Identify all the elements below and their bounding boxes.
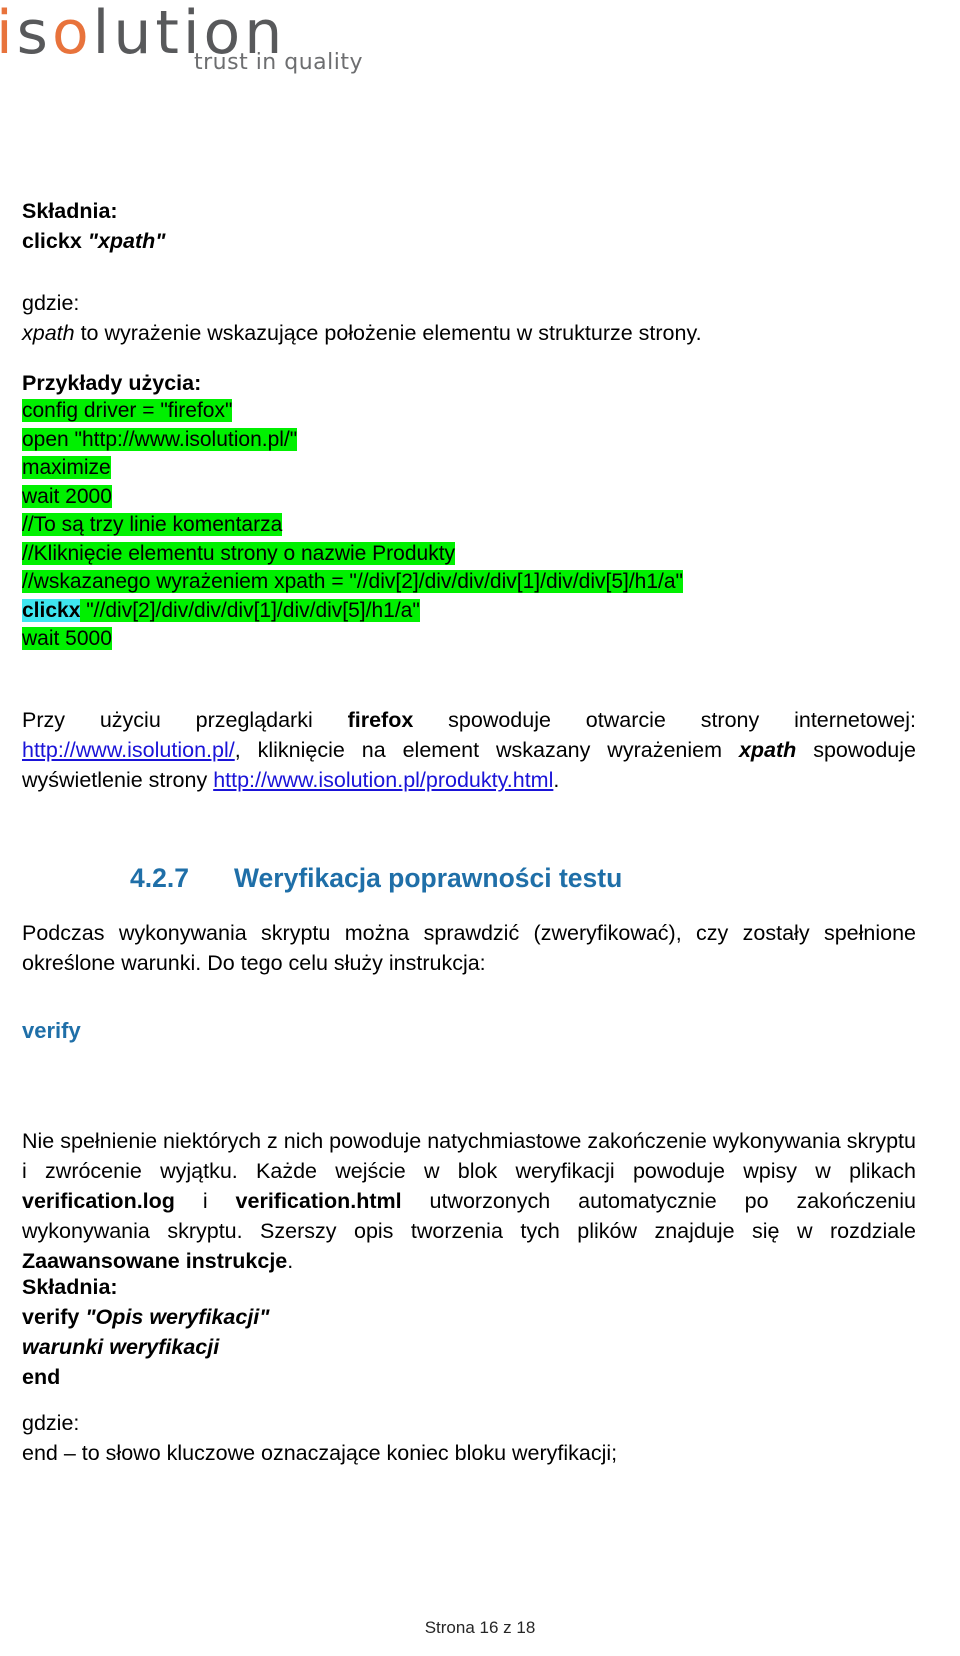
code-line: //To są trzy linie komentarza [22,511,916,540]
logo-tagline: trust in quality [194,50,364,75]
clickx-where-label: gdzie: [22,291,80,315]
code-keyword-clickx: clickx [22,598,81,622]
clickx-where-text: to wyrażenie wskazujące położenie elemen… [74,321,702,345]
explain-part1: Przy użyciu przeglądarki [22,708,348,732]
clickx-explanation-paragraph: Przy użyciu przeglądarki firefox spowodu… [22,705,916,795]
link-isolution-produkty[interactable]: http://www.isolution.pl/produkty.html [213,768,553,792]
code-line-text: //To są trzy linie komentarza [22,513,283,536]
logo-letter-s: s [16,0,52,68]
code-line: maximize [22,454,916,483]
clickx-examples-label-wrap: Przykłady użycia: [22,368,916,398]
code-line-text: open "http://www.isolution.pl/" [22,427,298,451]
clickx-where-desc: xpath to wyrażenie wskazujące położenie … [22,318,916,348]
verify-syntax-argument: "Opis weryfikacji" [85,1305,270,1329]
clickx-syntax-label: Składnia: [22,199,118,223]
isolution-logo: isolution trust in quality [0,0,363,98]
logo-letter-o: o [51,0,93,68]
verify-where-block: gdzie: end – to słowo kluczowe oznaczają… [22,1408,916,1468]
verify-where-text: – to słowo kluczowe oznaczające koniec b… [57,1441,618,1465]
code-line: wait 2000 [22,483,916,512]
verify-syntax-command: verify [22,1305,80,1329]
verify-file-html: verification.html [235,1189,402,1213]
code-line-text: maximize [22,456,111,479]
explain-part5: . [553,768,560,792]
clickx-argument-text: "xpath" [87,229,166,253]
code-line: config driver = "firefox" [22,397,916,426]
verify-intro-paragraph: Podczas wykonywania skryptu można sprawd… [22,921,916,975]
code-line-clickx: clickx "//div[2]/div/div/div[1]/div/div[… [22,597,916,626]
verify-syntax-line-1: verify "Opis weryfikacji" [22,1302,916,1332]
page-number-text: Strona 16 z 18 [424,1618,536,1637]
clickx-where-block: gdzie: xpath to wyrażenie wskazujące poł… [22,288,916,348]
verify-desc-part2: i [174,1189,236,1213]
page-header: isolution trust in quality [0,0,960,108]
page-footer: Strona 16 z 18 [0,1618,960,1638]
section-heading-title: Weryfikacja poprawności testu [234,863,623,893]
code-line-text: //wskazanego wyrażeniem xpath = "//div[2… [22,570,683,593]
link-isolution-home[interactable]: http://www.isolution.pl/ [22,738,235,762]
clickx-syntax-block: Składnia: clickx "xpath" [22,196,916,256]
verify-description-paragraph: Nie spełnienie niektórych z nich powoduj… [22,1126,916,1276]
clickx-examples-label: Przykłady użycia: [22,371,202,395]
verify-where-term: end [22,1441,58,1465]
code-line-text: "//div[2]/div/div/div[1]/div/div[5]/h1/a… [80,598,420,622]
explain-xpath-term: xpath [738,738,797,762]
code-line: open "http://www.isolution.pl/" [22,426,916,455]
verify-syntax-block: Składnia: verify "Opis weryfikacji" waru… [22,1272,916,1392]
code-line: //Kliknięcie elementu strony o nazwie Pr… [22,540,916,569]
explain-browser-name: firefox [347,708,414,732]
code-line-text: wait 2000 [22,484,112,508]
code-line-text: wait 5000 [22,627,112,650]
verify-syntax-label: Składnia: [22,1275,118,1299]
verify-syntax-line-2: warunki weryfikacji [22,1335,220,1359]
section-heading-427: 4.2.7 Weryfikacja poprawności testu [130,862,916,894]
verify-where-desc: end – to słowo kluczowe oznaczające koni… [22,1438,916,1468]
code-line-text: config driver = "firefox" [22,399,233,422]
verify-chapter-reference: Zaawansowane instrukcje [22,1249,288,1273]
verify-syntax-line-3: end [22,1365,61,1389]
clickx-syntax-line: clickx "xpath" [22,226,916,256]
verify-desc-part1: Nie spełnienie niektórych z nich powoduj… [22,1129,916,1183]
code-line-text: //Kliknięcie elementu strony o nazwie Pr… [22,541,456,565]
explain-part2: spowoduje otwarcie strony internetowej: [413,708,916,732]
clickx-where-term: xpath [22,321,75,345]
verify-file-log: verification.log [22,1189,175,1213]
verify-desc-part4: . [287,1249,294,1273]
section-heading-number: 4.2.7 [130,863,189,893]
clickx-code-block: config driver = "firefox" open "http://w… [22,397,916,654]
clickx-command: clickx [22,229,82,253]
verify-where-label: gdzie: [22,1411,80,1435]
logo-letter-i: i [0,0,17,68]
explain-part3: , kliknięcie na element wskazany wyrażen… [234,738,739,762]
verify-keyword: verify [22,1018,81,1043]
code-line: //wskazanego wyrażeniem xpath = "//div[2… [22,568,916,597]
code-line: wait 5000 [22,625,916,654]
